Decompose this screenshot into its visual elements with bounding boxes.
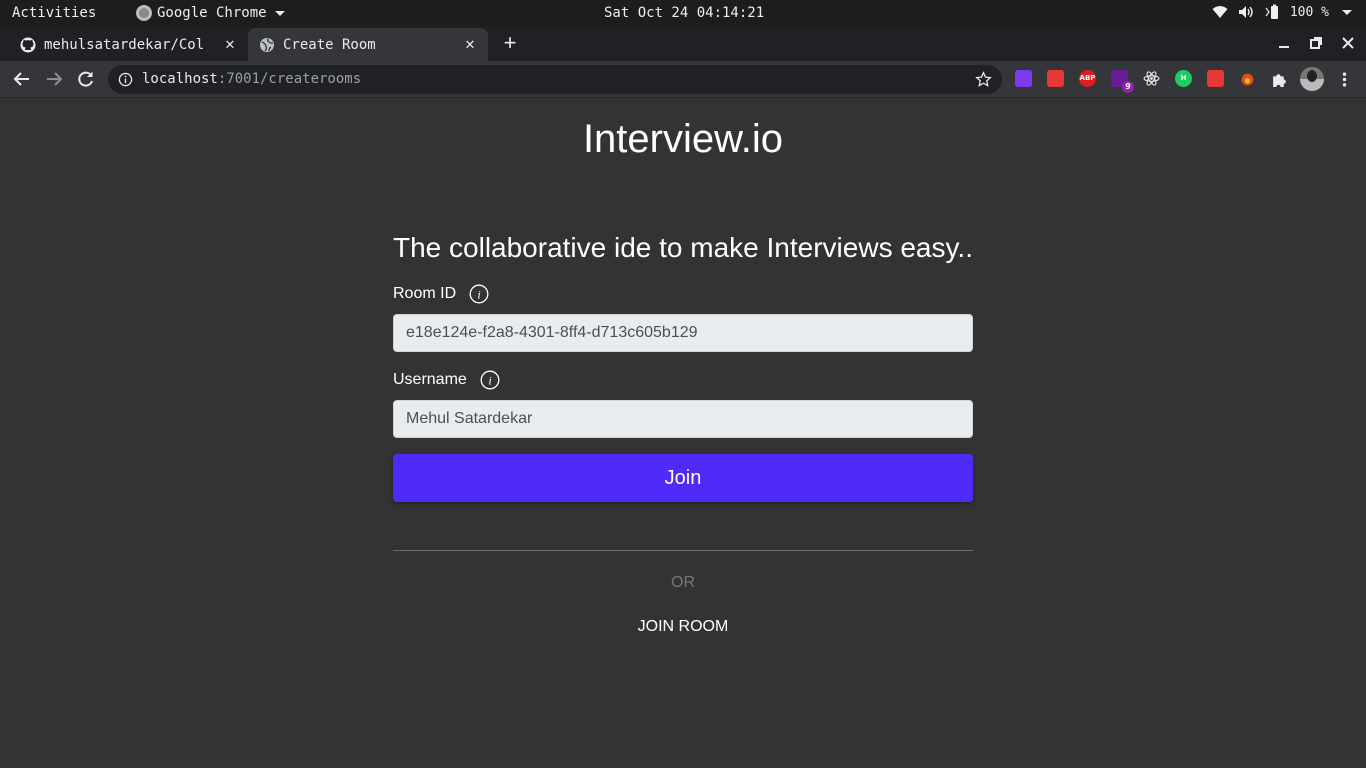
address-bar[interactable]: localhost:7001/createrooms [108, 65, 1002, 94]
app-name: Google Chrome [157, 5, 267, 21]
tab-strip: mehulsatardekar/Col ✕ Create Room ✕ + [0, 27, 1366, 61]
minimize-icon[interactable] [1276, 35, 1292, 51]
tab-title: mehulsatardekar/Col [44, 36, 205, 53]
reload-icon[interactable] [76, 69, 96, 89]
username-field[interactable]: Mehul Satardekar [393, 400, 973, 438]
battery-percent: 100 % [1289, 4, 1329, 20]
chevron-down-icon [1342, 9, 1352, 15]
extensions-puzzle-icon[interactable] [1271, 71, 1288, 88]
volume-icon [1238, 6, 1253, 18]
system-clock[interactable]: Sat Oct 24 04:14:21 [604, 5, 764, 21]
extension-book-icon[interactable] [1047, 70, 1064, 87]
username-label-row: Username i [393, 370, 500, 390]
svg-text:i: i [477, 288, 480, 302]
restore-icon[interactable] [1308, 35, 1324, 51]
brand-title: Interview.io [582, 117, 784, 161]
chevron-down-icon [274, 10, 285, 16]
wifi-icon [1212, 6, 1228, 18]
url-text: localhost:7001/createrooms [142, 71, 362, 87]
room-id-label-row: Room ID i [393, 284, 489, 304]
adblock-icon[interactable]: ABP [1079, 70, 1096, 87]
join-button[interactable]: Join [393, 454, 973, 502]
extension-fire-icon[interactable] [1239, 70, 1256, 87]
kebab-menu-icon[interactable] [1336, 71, 1353, 88]
divider [393, 550, 973, 551]
svg-text:i: i [488, 374, 491, 388]
tab-title: Create Room [283, 36, 376, 53]
room-id-label: Room ID [393, 285, 457, 302]
globe-icon [260, 37, 274, 52]
close-icon[interactable]: ✕ [462, 36, 478, 52]
extension-badge-count: 9 [1122, 81, 1134, 93]
battery-icon [1265, 4, 1278, 19]
system-top-bar: Activities Google Chrome Sat Oct 24 04:1… [0, 0, 1366, 27]
new-tab-button[interactable]: + [498, 32, 522, 56]
system-tray[interactable]: 100 % [1212, 4, 1352, 20]
extension-h-icon[interactable]: H [1175, 70, 1192, 87]
react-devtools-icon[interactable] [1143, 70, 1160, 87]
window-close-icon[interactable] [1340, 35, 1356, 51]
extension-purple-icon[interactable] [1015, 70, 1032, 87]
extension-badge-icon[interactable]: 9 [1111, 70, 1134, 93]
username-label: Username [393, 371, 467, 388]
page-content: Interview.io The collaborative ide to ma… [0, 99, 1366, 768]
or-label: OR [671, 574, 695, 591]
close-icon[interactable]: ✕ [222, 36, 238, 52]
tab-create-room[interactable]: Create Room ✕ [248, 28, 488, 61]
info-icon[interactable] [118, 72, 133, 87]
activities-button[interactable]: Activities [12, 5, 96, 21]
join-room-link[interactable]: JOIN ROOM [393, 618, 973, 636]
app-menu[interactable]: Google Chrome [136, 5, 285, 21]
info-icon[interactable]: i [469, 284, 489, 304]
extension-red-icon[interactable] [1207, 70, 1224, 87]
room-id-field[interactable]: e18e124e-f2a8-4301-8ff4-d713c605b129 [393, 314, 973, 352]
tagline: The collaborative ide to make Interviews… [393, 232, 973, 263]
tab-github[interactable]: mehulsatardekar/Col ✕ [0, 28, 248, 61]
profile-avatar[interactable] [1300, 67, 1324, 91]
browser-toolbar: localhost:7001/createrooms ABP 9 H [0, 61, 1366, 98]
forward-arrow-icon[interactable] [44, 69, 64, 89]
bookmark-star-icon[interactable] [975, 71, 992, 88]
back-arrow-icon[interactable] [12, 69, 32, 89]
chrome-app-icon [136, 5, 152, 21]
github-icon [20, 37, 36, 52]
info-icon[interactable]: i [480, 370, 500, 390]
